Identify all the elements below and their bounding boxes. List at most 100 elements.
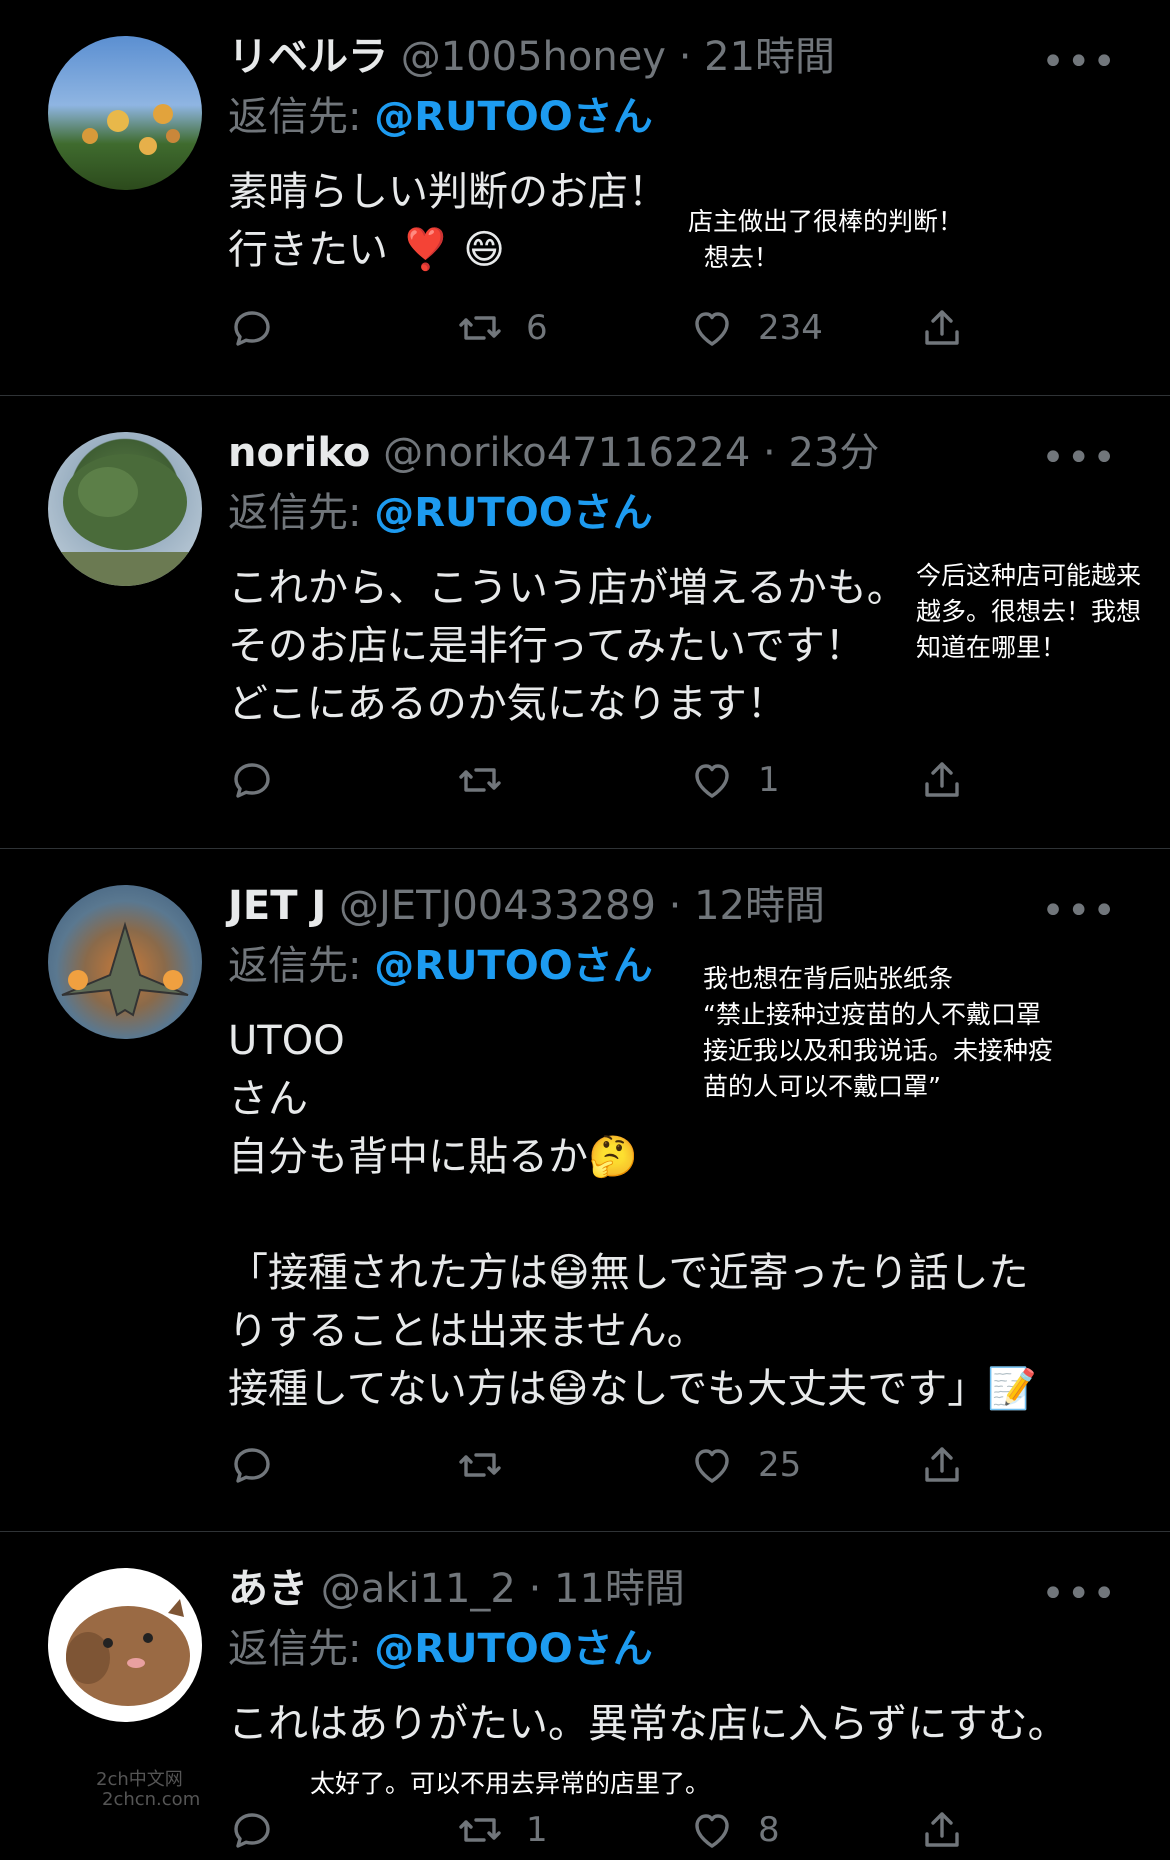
tweet-text: これはありがたい。異常な店に入らずにすむ。: [228, 1701, 1068, 1747]
heart-icon: [695, 764, 729, 798]
ellipsis-icon[interactable]: •••: [1041, 891, 1118, 931]
like-button[interactable]: 234: [688, 298, 823, 358]
avatar-jet-image: [61, 921, 189, 1017]
share-button[interactable]: [918, 750, 966, 810]
reply-button[interactable]: [228, 750, 298, 810]
user-handle[interactable]: @aki11_2: [321, 1566, 516, 1612]
tweet-header: リベルラ @1005honey · 21時間: [228, 37, 835, 77]
reply-button[interactable]: [228, 1800, 298, 1860]
avatar-tree-image: [48, 454, 202, 586]
separator: ·: [678, 34, 692, 80]
avatar[interactable]: [48, 1568, 202, 1722]
reply-to-line: 返信先: @RUTOOさん: [228, 1629, 653, 1669]
share-button[interactable]: [918, 298, 966, 358]
avatar-flowers-image: [82, 104, 180, 155]
reply-icon: [234, 311, 270, 346]
share-icon: [925, 1812, 959, 1847]
reply-icon: [234, 763, 270, 798]
retweet-button[interactable]: [456, 1435, 526, 1495]
retweet-icon: [459, 1453, 501, 1477]
tweet-4[interactable]: あき @aki11_2 · 11時間 ••• 返信先: @RUTOOさん これは…: [0, 1532, 1170, 1860]
ellipsis-icon[interactable]: •••: [1041, 438, 1118, 478]
share-button[interactable]: [918, 1435, 966, 1495]
ellipsis-icon[interactable]: •••: [1041, 1574, 1118, 1614]
display-name[interactable]: あき: [228, 1566, 308, 1612]
tweet-3[interactable]: JET J @JETJ00433289 · 12時間 ••• 返信先: @RUT…: [0, 849, 1170, 1531]
tweet-actions: 6 234: [228, 298, 988, 358]
translation-note: 我也想在背后贴张纸条 “禁止接种过疫苗的人不戴口罩 接近我以及和我说话。未接种疫…: [703, 964, 1054, 1101]
tweet-header: あき @aki11_2 · 11時間: [228, 1569, 685, 1609]
tweet-text: これから、こういう店が増えるかも。 そのお店に是非行ってみたいです！ どこにある…: [228, 565, 907, 727]
reply-prefix: 返信先:: [228, 943, 362, 989]
like-button[interactable]: 25: [688, 1435, 801, 1495]
timestamp[interactable]: 21時間: [704, 34, 835, 80]
translation-note: 太好了。可以不用去异常的店里了。: [310, 1769, 711, 1798]
like-button[interactable]: 8: [688, 1800, 780, 1860]
retweet-icon: [459, 1818, 501, 1842]
retweet-button[interactable]: 1: [456, 1800, 548, 1860]
share-icon: [925, 310, 959, 345]
retweet-count: 6: [526, 308, 548, 348]
timestamp[interactable]: 11時間: [554, 1566, 685, 1612]
retweet-icon: [459, 316, 501, 340]
avatar[interactable]: [48, 432, 202, 586]
retweet-button[interactable]: [456, 750, 526, 810]
avatar[interactable]: [48, 36, 202, 190]
avatar[interactable]: [48, 885, 202, 1039]
heart-icon: [695, 312, 729, 346]
heart-icon: [695, 1814, 729, 1848]
reply-icon: [234, 1813, 270, 1848]
translation-note: 店主做出了很棒的判断！ 想去！: [688, 207, 964, 272]
reply-to-line: 返信先: @RUTOOさん: [228, 946, 653, 986]
watermark-line2: 2chcn.com: [102, 1789, 201, 1810]
display-name[interactable]: リベルラ: [228, 34, 388, 80]
heart-icon: [695, 1449, 729, 1483]
reply-mention[interactable]: @RUTOOさん: [374, 94, 653, 140]
tweet-text: 素晴らしい判断のお店！ 行きたい ❣️ 😄: [228, 169, 668, 273]
share-button[interactable]: [918, 1800, 966, 1860]
display-name[interactable]: noriko: [228, 430, 370, 476]
user-handle[interactable]: @1005honey: [401, 34, 666, 80]
tweet-1[interactable]: リベルラ @1005honey · 21時間 ••• 返信先: @RUTOOさん…: [0, 0, 1170, 395]
like-button[interactable]: 1: [688, 750, 780, 810]
separator: ·: [668, 883, 682, 929]
reply-button[interactable]: [228, 298, 298, 358]
user-handle[interactable]: @JETJ00433289: [339, 883, 656, 929]
like-count: 1: [758, 760, 780, 800]
share-icon: [925, 1447, 959, 1482]
like-count: 234: [758, 308, 823, 348]
share-icon: [925, 762, 959, 797]
reply-button[interactable]: [228, 1435, 298, 1495]
reply-prefix: 返信先:: [228, 1626, 362, 1672]
reply-to-line: 返信先: @RUTOOさん: [228, 97, 653, 137]
site-watermark: 2ch中文网 2chcn.com: [36, 1770, 200, 1810]
tweet-header: noriko @noriko47116224 · 23分: [228, 433, 879, 473]
reply-mention[interactable]: @RUTOOさん: [374, 943, 653, 989]
tweet-2[interactable]: noriko @noriko47116224 · 23分 ••• 返信先: @R…: [0, 396, 1170, 848]
ellipsis-icon[interactable]: •••: [1041, 42, 1118, 82]
tweet-actions: 1: [228, 750, 988, 810]
tweet-actions: 25: [228, 1435, 988, 1495]
separator: ·: [528, 1566, 542, 1612]
reply-mention[interactable]: @RUTOOさん: [374, 490, 653, 536]
like-count: 25: [758, 1445, 802, 1485]
avatar-capybara-image: [66, 1599, 190, 1706]
like-count: 8: [758, 1810, 780, 1850]
user-handle[interactable]: @noriko47116224: [383, 430, 750, 476]
timestamp[interactable]: 23分: [788, 430, 879, 476]
reply-to-line: 返信先: @RUTOOさん: [228, 493, 653, 533]
reply-prefix: 返信先:: [228, 94, 362, 140]
reply-mention[interactable]: @RUTOOさん: [374, 1626, 653, 1672]
retweet-button[interactable]: 6: [456, 298, 548, 358]
reply-prefix: 返信先:: [228, 490, 362, 536]
retweet-icon: [459, 768, 501, 792]
separator: ·: [763, 430, 776, 476]
display-name[interactable]: JET J: [228, 883, 326, 929]
translation-note: 今后这种店可能越来 越多。很想去！我想 知道在哪里！: [916, 561, 1142, 662]
timestamp[interactable]: 12時間: [694, 883, 825, 929]
retweet-count: 1: [526, 1810, 548, 1850]
tweet-actions: 1 8: [228, 1800, 988, 1860]
watermark-line1: 2ch中文网: [96, 1769, 183, 1790]
reply-icon: [234, 1448, 270, 1483]
tweet-header: JET J @JETJ00433289 · 12時間: [228, 886, 825, 926]
